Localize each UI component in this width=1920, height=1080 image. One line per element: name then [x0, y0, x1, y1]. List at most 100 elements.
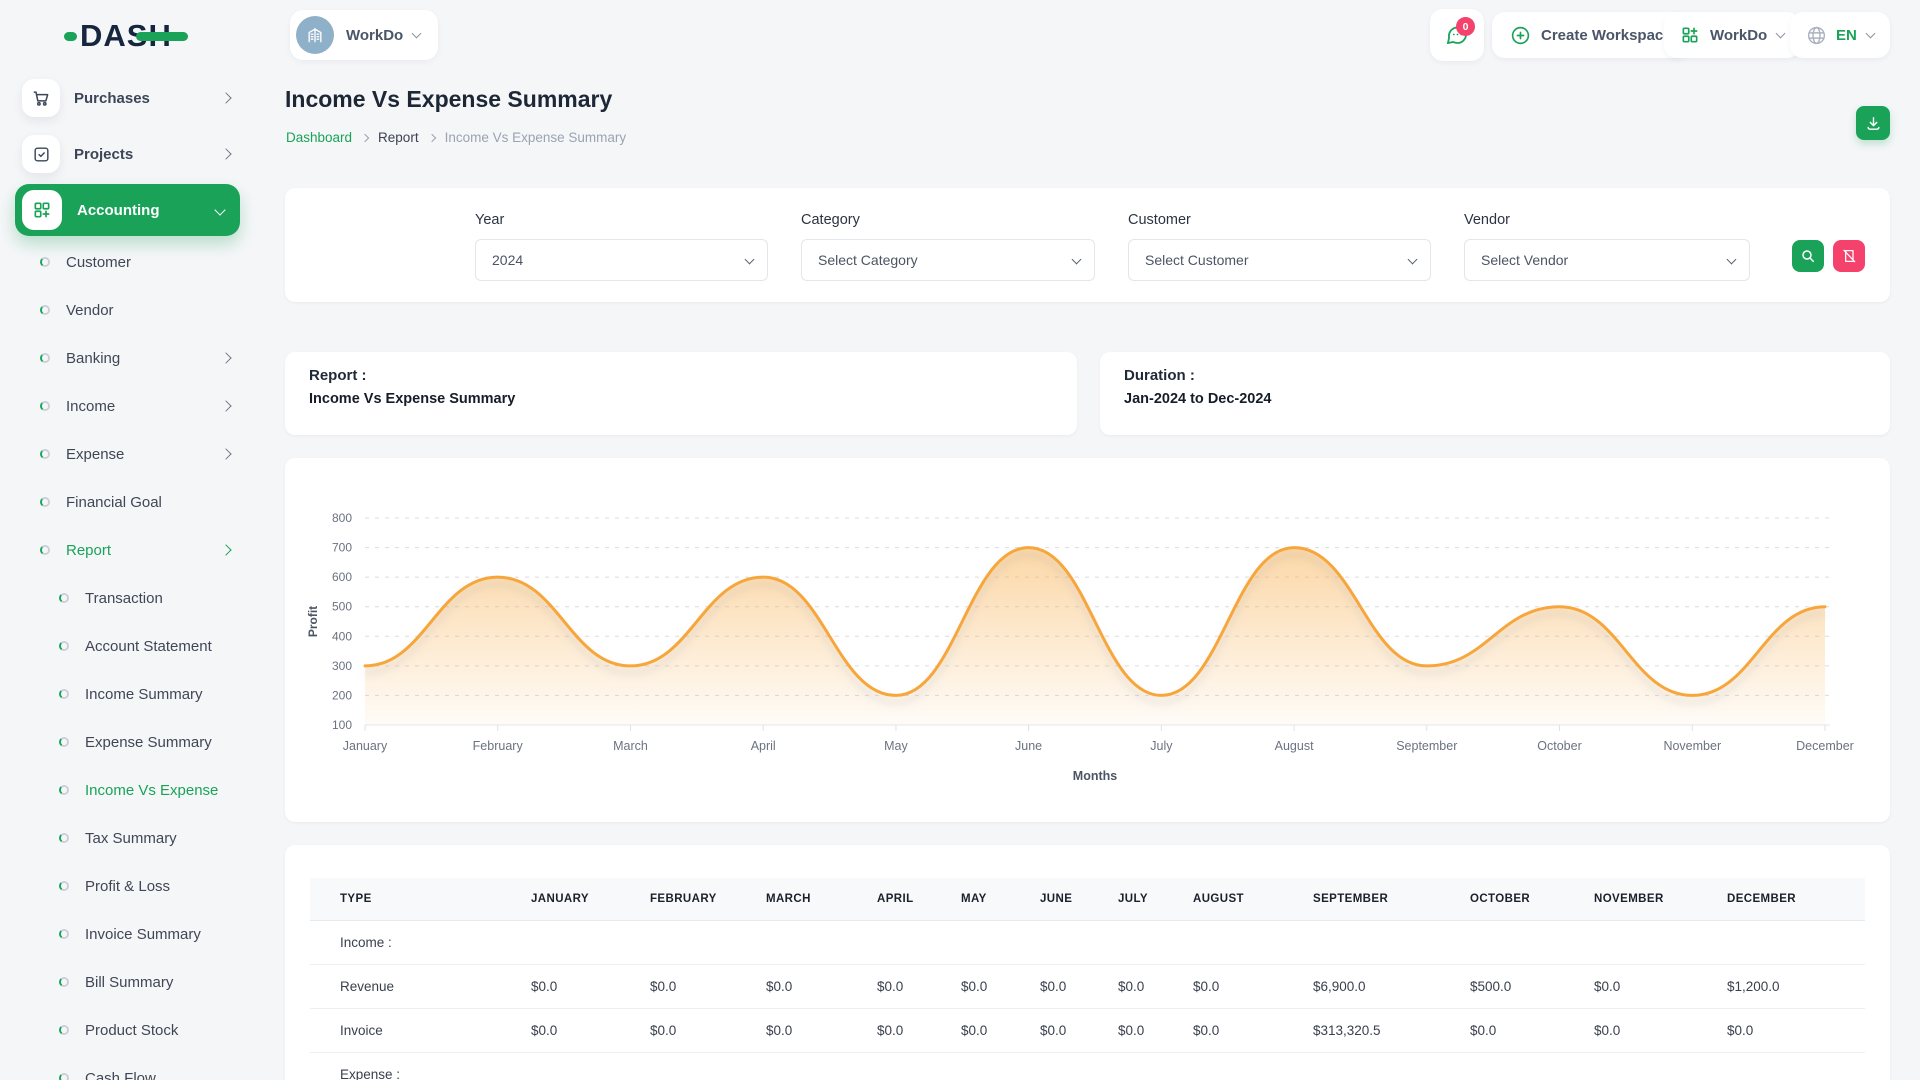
main-content: Income Vs Expense Summary Dashboard Repo… [285, 0, 1890, 1080]
svg-text:July: July [1150, 739, 1173, 753]
filter-panel: Year 2024 Category Select Category Custo… [285, 188, 1890, 302]
chevron-right-icon [220, 92, 231, 103]
sidebar-item-banking[interactable]: Banking [0, 334, 284, 382]
breadcrumb-dashboard-link[interactable]: Dashboard [286, 130, 352, 145]
chevron-right-icon [220, 544, 231, 555]
sidebar-item-account-statement[interactable]: Account Statement [0, 622, 284, 670]
table-section-row: Expense : [310, 1053, 1865, 1080]
category-select-value: Select Category [818, 252, 918, 268]
dot-icon [40, 497, 50, 507]
column-header: TYPE [310, 878, 531, 921]
sidebar-item-label: Expense Summary [85, 734, 212, 751]
breadcrumb-report-link[interactable]: Report [378, 130, 419, 145]
chevron-right-icon [361, 134, 369, 142]
cell-value: $0.0 [650, 1009, 766, 1053]
reset-filter-button[interactable] [1833, 240, 1865, 272]
sidebar-item-customer[interactable]: Customer [0, 238, 284, 286]
sidebar-item-product-stock[interactable]: Product Stock [0, 1006, 284, 1054]
sidebar-item-income-summary[interactable]: Income Summary [0, 670, 284, 718]
cell-value: $0.0 [1118, 965, 1193, 1009]
sidebar-item-financial-goal[interactable]: Financial Goal [0, 478, 284, 526]
sidebar-item-label: Cash Flow [85, 1070, 156, 1080]
category-label: Category [801, 212, 1095, 228]
dot-icon [59, 593, 69, 603]
svg-text:800: 800 [332, 511, 352, 525]
duration-summary-card: Duration : Jan-2024 to Dec-2024 [1100, 352, 1890, 435]
sidebar-item-bill-summary[interactable]: Bill Summary [0, 958, 284, 1006]
sidebar-item-label: Transaction [85, 590, 163, 607]
svg-text:October: October [1537, 739, 1581, 753]
sidebar-item-label: Product Stock [85, 1022, 178, 1039]
svg-text:200: 200 [332, 688, 352, 702]
sidebar-item-accounting[interactable]: Accounting [15, 184, 240, 236]
dot-icon [59, 785, 69, 795]
sidebar-item-tax-summary[interactable]: Tax Summary [0, 814, 284, 862]
cell-value: $0.0 [1594, 1009, 1727, 1053]
year-select-value: 2024 [492, 252, 523, 268]
year-select[interactable]: 2024 [475, 239, 768, 281]
sidebar-item-profit-loss[interactable]: Profit & Loss [0, 862, 284, 910]
svg-text:600: 600 [332, 570, 352, 584]
column-header: APRIL [877, 878, 961, 921]
search-icon [1800, 248, 1816, 264]
table-header-row: TYPEJANUARYFEBRUARYMARCHAPRILMAYJUNEJULY… [310, 878, 1865, 921]
svg-text:April: April [751, 739, 776, 753]
dot-icon [59, 977, 69, 987]
chevron-right-icon [220, 148, 231, 159]
download-report-button[interactable] [1856, 106, 1890, 140]
dot-icon [40, 449, 50, 459]
sidebar-item-projects[interactable]: Projects [0, 126, 284, 182]
table-row: Invoice$0.0$0.0$0.0$0.0$0.0$0.0$0.0$0.0$… [310, 1009, 1865, 1053]
sidebar-item-label: Income [66, 398, 115, 415]
report-card-value: Income Vs Expense Summary [309, 391, 1053, 407]
sidebar-item-expense-summary[interactable]: Expense Summary [0, 718, 284, 766]
sidebar-item-label: Accounting [77, 202, 160, 219]
cell-value: $0.0 [531, 965, 650, 1009]
section-label: Income : [310, 921, 1865, 965]
report-summary-card: Report : Income Vs Expense Summary [285, 352, 1077, 435]
sidebar-item-purchases[interactable]: Purchases [0, 70, 284, 126]
column-header: FEBRUARY [650, 878, 766, 921]
vendor-select[interactable]: Select Vendor [1464, 239, 1750, 281]
table-section-row: Income : [310, 921, 1865, 965]
svg-text:Profit: Profit [306, 606, 320, 637]
sidebar-item-expense[interactable]: Expense [0, 430, 284, 478]
column-header: MAY [961, 878, 1040, 921]
column-header: SEPTEMBER [1313, 878, 1470, 921]
customer-select[interactable]: Select Customer [1128, 239, 1431, 281]
chevron-down-icon [745, 255, 755, 265]
vendor-label: Vendor [1464, 212, 1750, 228]
sidebar-item-report[interactable]: Report [0, 526, 284, 574]
dot-icon [40, 257, 50, 267]
sidebar-item-label: Income Vs Expense [85, 782, 218, 799]
svg-text:November: November [1663, 739, 1721, 753]
sidebar-item-cash-flow[interactable]: Cash Flow [0, 1054, 284, 1080]
cell-value: $0.0 [961, 965, 1040, 1009]
sidebar-item-transaction[interactable]: Transaction [0, 574, 284, 622]
sidebar-item-label: Invoice Summary [85, 926, 201, 943]
sidebar-item-invoice-summary[interactable]: Invoice Summary [0, 910, 284, 958]
apply-filter-button[interactable] [1792, 240, 1824, 272]
column-header: AUGUST [1193, 878, 1313, 921]
vendor-select-value: Select Vendor [1481, 252, 1568, 268]
sidebar-item-income[interactable]: Income [0, 382, 284, 430]
sidebar-item-label: Expense [66, 446, 124, 463]
svg-text:June: June [1015, 739, 1042, 753]
chevron-right-icon [427, 134, 435, 142]
cell-value: $0.0 [1594, 965, 1727, 1009]
svg-text:300: 300 [332, 659, 352, 673]
chevron-down-icon [1408, 255, 1418, 265]
svg-text:January: January [343, 739, 388, 753]
cart-icon [22, 79, 60, 117]
column-header: OCTOBER [1470, 878, 1594, 921]
column-header: MARCH [766, 878, 877, 921]
breadcrumb-current: Income Vs Expense Summary [445, 130, 627, 145]
sidebar-item-vendor[interactable]: Vendor [0, 286, 284, 334]
dot-icon [59, 881, 69, 891]
cell-value: $0.0 [766, 1009, 877, 1053]
sidebar-item-label: Profit & Loss [85, 878, 170, 895]
sidebar-item-label: Vendor [66, 302, 114, 319]
category-select[interactable]: Select Category [801, 239, 1095, 281]
dot-icon [40, 401, 50, 411]
sidebar-item-income-vs-expense[interactable]: Income Vs Expense [0, 766, 284, 814]
